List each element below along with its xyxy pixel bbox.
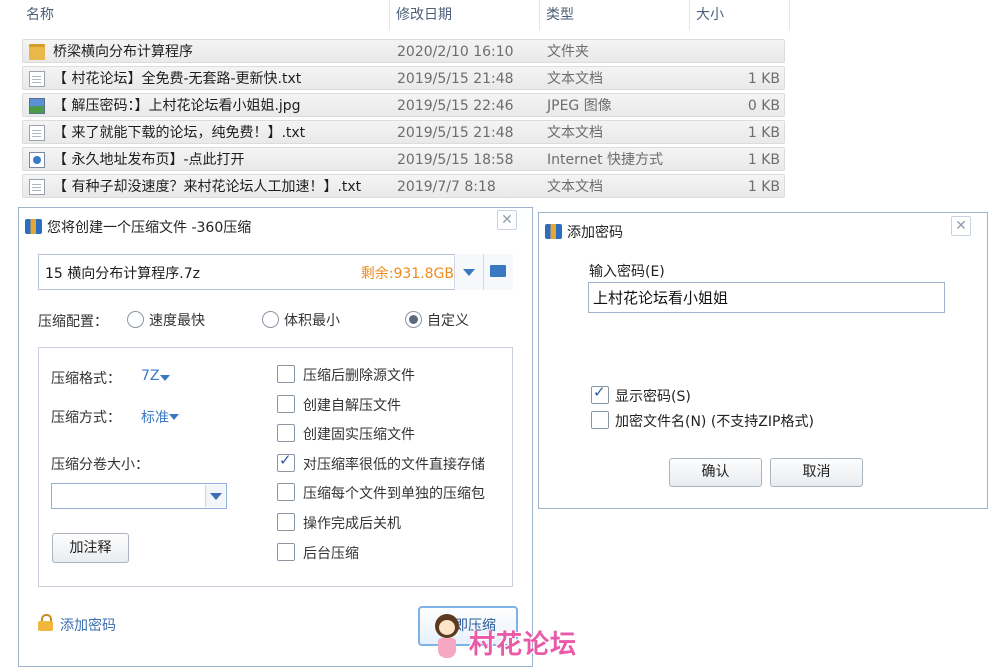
file-row[interactable]: 【 解压密码：】上村花论坛看小姐姐.jpg 2019/5/15 22:46 JP… <box>22 93 785 117</box>
file-size: 1 KB <box>747 152 780 168</box>
option-delete-source[interactable]: 压缩后删除源文件 <box>277 365 415 385</box>
file-date: 2019/5/15 22:46 <box>397 98 514 114</box>
app-logo-icon <box>25 219 42 234</box>
watermark: 村花论坛 <box>429 608 599 668</box>
file-row[interactable]: 【 有种子却没速度？来村花论坛人工加速！】.txt 2019/7/7 8:18 … <box>22 174 785 198</box>
compress-dialog: 您将创建一个压缩文件 -360压缩 ✕ 15 横向分布计算程序.7z 剩余:93… <box>18 207 576 667</box>
file-date: 2019/5/15 21:48 <box>397 71 514 87</box>
option-self-extract[interactable]: 创建自解压文件 <box>277 395 401 415</box>
column-type[interactable]: 类型 <box>540 0 690 30</box>
option-solid-archive[interactable]: 创建固实压缩文件 <box>277 424 415 444</box>
file-name: 【 有种子却没速度？来村花论坛人工加速！】.txt <box>53 179 362 195</box>
file-type: 文件夹 <box>547 44 589 60</box>
free-space-label: 剩余:931.8GB <box>360 266 454 282</box>
option-separate-archives[interactable]: 压缩每个文件到单独的压缩包 <box>277 483 485 503</box>
lock-icon <box>38 614 53 631</box>
file-size: 1 KB <box>747 179 780 195</box>
internet-shortcut-icon <box>29 152 45 168</box>
config-label: 压缩配置： <box>38 314 108 330</box>
compress-dialog-titlebar: 您将创建一个压缩文件 -360压缩 ✕ <box>19 208 532 242</box>
dialog-title: 您将创建一个压缩文件 -360压缩 <box>47 220 252 236</box>
volume-size-label: 压缩分卷大小： <box>51 457 149 473</box>
password-dialog: 添加密码 ✕ 输入密码(E) 显示密码(S) 加密文件名(N) (不支持ZIP格… <box>538 212 988 509</box>
radio-custom[interactable]: 自定义 <box>405 310 469 330</box>
image-file-icon <box>29 98 45 114</box>
file-type: 文本文档 <box>547 179 603 195</box>
encrypt-filenames-checkbox[interactable]: 加密文件名(N) (不支持ZIP格式) <box>591 411 814 431</box>
file-name: 【 来了就能下载的论坛，纯免费！】.txt <box>53 125 306 141</box>
close-icon[interactable]: ✕ <box>951 216 971 236</box>
file-size: 1 KB <box>747 125 780 141</box>
ok-button[interactable]: 确认 <box>669 458 762 487</box>
file-row[interactable]: 桥梁横向分布计算程序 2020/2/10 16:10 文件夹 <box>22 39 785 63</box>
column-name[interactable]: 名称 <box>20 0 390 30</box>
file-list-header: ⌃ 名称 修改日期 类型 大小 <box>0 0 790 30</box>
watermark-text: 村花论坛 <box>469 630 578 660</box>
text-file-icon <box>29 71 45 87</box>
method-label: 压缩方式： <box>51 410 121 426</box>
format-label: 压缩格式： <box>51 371 121 387</box>
add-comment-button[interactable]: 加注释 <box>52 533 129 563</box>
column-size[interactable]: 大小 <box>690 0 790 30</box>
dialog-title: 添加密码 <box>567 225 623 241</box>
path-history-dropdown[interactable] <box>454 254 483 290</box>
radio-fastest[interactable]: 速度最快 <box>127 310 205 330</box>
output-path-value: 15 横向分布计算程序.7z <box>45 266 200 282</box>
format-select[interactable]: 7Z <box>141 368 202 384</box>
file-name: 【 村花论坛】全免费-无套路-更新快.txt <box>53 71 302 87</box>
method-select[interactable]: 标准 <box>141 407 189 427</box>
file-name: 【 永久地址发布页】-点此打开 <box>53 152 245 168</box>
file-row[interactable]: 【 来了就能下载的论坛，纯免费！】.txt 2019/5/15 21:48 文本… <box>22 120 785 144</box>
file-type: 文本文档 <box>547 125 603 141</box>
file-name: 桥梁横向分布计算程序 <box>53 44 193 60</box>
radio-smallest[interactable]: 体积最小 <box>262 310 340 330</box>
add-password-link[interactable]: 添加密码 <box>38 614 116 635</box>
option-shutdown-after[interactable]: 操作完成后关机 <box>277 513 401 533</box>
app-logo-icon <box>545 224 562 239</box>
password-input[interactable] <box>588 282 945 313</box>
file-size: 1 KB <box>747 71 780 87</box>
file-type: Internet 快捷方式 <box>547 152 664 168</box>
column-modified[interactable]: 修改日期 <box>390 0 540 30</box>
file-name: 【 解压密码：】上村花论坛看小姐姐.jpg <box>53 98 301 114</box>
file-date: 2019/5/15 18:58 <box>397 152 514 168</box>
file-date: 2020/2/10 16:10 <box>397 44 514 60</box>
close-icon[interactable]: ✕ <box>497 210 517 230</box>
file-size: 0 KB <box>747 98 780 114</box>
file-date: 2019/5/15 21:48 <box>397 125 514 141</box>
output-path-field[interactable]: 15 横向分布计算程序.7z 剩余:931.8GB <box>38 254 513 290</box>
password-dialog-titlebar: 添加密码 ✕ <box>539 213 987 247</box>
file-date: 2019/7/7 8:18 <box>397 179 496 195</box>
text-file-icon <box>29 125 45 141</box>
custom-options-panel: 压缩格式： 7Z 压缩方式： 标准 压缩分卷大小： 加注释 压缩后删除源文件 创… <box>38 347 513 587</box>
mascot-icon <box>429 614 465 664</box>
show-password-checkbox[interactable]: 显示密码(S) <box>591 383 691 406</box>
cancel-button[interactable]: 取消 <box>770 458 863 487</box>
text-file-icon <box>29 179 45 195</box>
file-type: 文本文档 <box>547 71 603 87</box>
option-background[interactable]: 后台压缩 <box>277 543 359 563</box>
file-type: JPEG 图像 <box>547 98 612 114</box>
browse-folder-button[interactable] <box>483 254 513 290</box>
chevron-down-icon[interactable] <box>205 485 225 507</box>
file-row[interactable]: 【 永久地址发布页】-点此打开 2019/5/15 18:58 Internet… <box>22 147 785 171</box>
folder-icon <box>29 44 45 60</box>
password-label: 输入密码(E) <box>589 264 665 280</box>
option-store-low-ratio[interactable]: 对压缩率很低的文件直接存储 <box>277 451 485 474</box>
file-row[interactable]: 【 村花论坛】全免费-无套路-更新快.txt 2019/5/15 21:48 文… <box>22 66 785 90</box>
add-password-label: 添加密码 <box>60 618 116 634</box>
volume-size-combobox[interactable] <box>51 483 227 509</box>
